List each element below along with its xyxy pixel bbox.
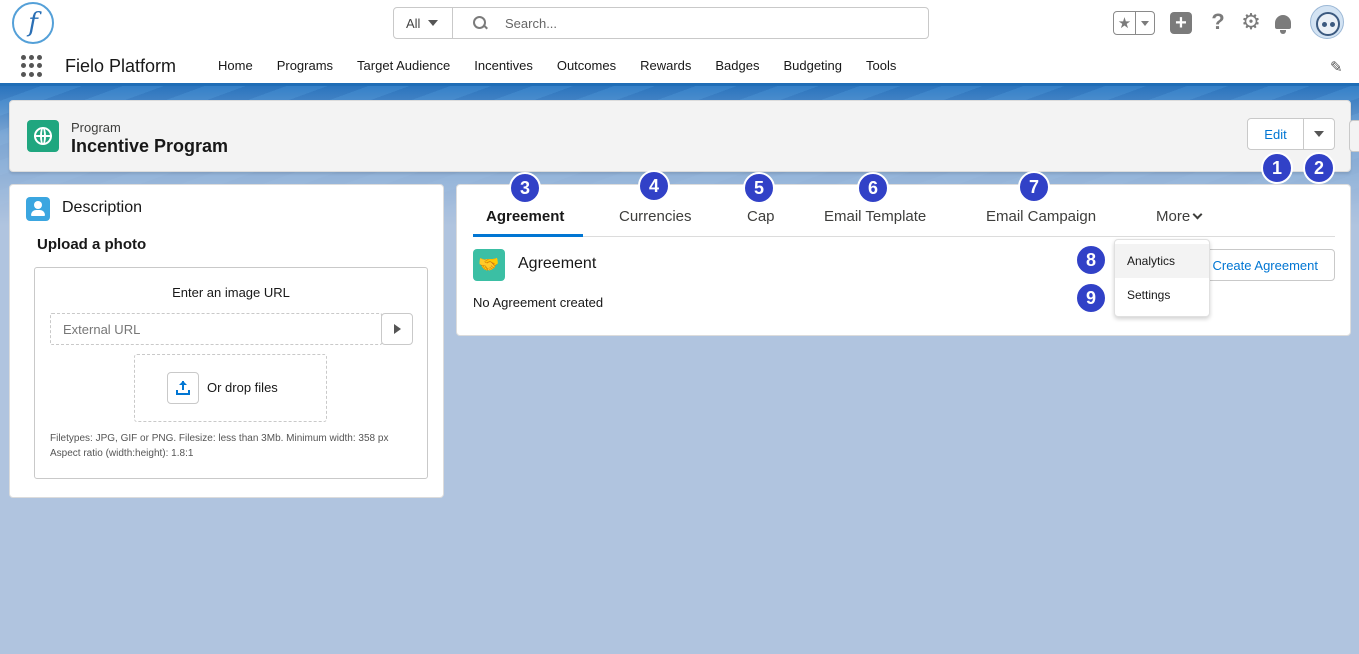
app-launcher-icon[interactable]: [21, 55, 43, 77]
bell-icon[interactable]: [1272, 11, 1294, 34]
tab-email-campaign[interactable]: Email Campaign: [986, 208, 1096, 225]
chevron-down-icon: [428, 20, 439, 26]
plus-icon[interactable]: +: [1170, 12, 1192, 34]
description-title: Description: [62, 199, 143, 216]
nav-item-target-audience[interactable]: Target Audience: [345, 46, 462, 86]
create-agreement-button[interactable]: Create Agreement: [1192, 249, 1335, 281]
empty-state-text: No Agreement created: [473, 295, 604, 310]
tab-currencies[interactable]: Currencies: [619, 208, 692, 225]
annotation-badge: 4: [638, 170, 670, 202]
side-panel-toggle[interactable]: [1349, 120, 1359, 152]
play-icon: [393, 324, 401, 334]
edit-button[interactable]: Edit: [1248, 119, 1304, 149]
logo-letter: f: [28, 8, 38, 38]
tab-agreement[interactable]: Agreement: [486, 208, 564, 225]
search-input[interactable]: [505, 15, 885, 31]
file-hint-line1: Filetypes: JPG, GIF or PNG. Filesize: le…: [50, 433, 389, 444]
nav-item-programs[interactable]: Programs: [265, 46, 345, 86]
chevron-down-icon: [1314, 131, 1324, 137]
record-header: Program Incentive Program Edit: [9, 100, 1351, 172]
nav-item-outcomes[interactable]: Outcomes: [545, 46, 628, 86]
chevron-down-icon: [1192, 209, 1203, 220]
search-scope-dropdown[interactable]: All: [394, 8, 453, 38]
record-title: Incentive Program: [71, 136, 229, 156]
global-search: All: [393, 7, 929, 39]
handshake-icon: 🤝: [473, 249, 505, 281]
nav-items: Home Programs Target Audience Incentives…: [206, 46, 908, 86]
app-nav-bar: Fielo Platform Home Programs Target Audi…: [0, 46, 1359, 86]
pencil-icon[interactable]: ✎: [1330, 58, 1346, 76]
avatar[interactable]: [1310, 5, 1344, 39]
annotation-badge: 1: [1261, 152, 1293, 184]
record-actions: Edit: [1247, 118, 1335, 150]
annotation-badge: 3: [509, 172, 541, 204]
annotation-badge: 6: [857, 172, 889, 204]
more-actions-button[interactable]: [1304, 119, 1334, 149]
tab-email-template[interactable]: Email Template: [824, 208, 926, 225]
url-label: Enter an image URL: [172, 285, 290, 300]
more-tabs-menu: Analytics Settings: [1114, 239, 1210, 317]
tab-bar: Agreement Currencies Cap Email Template …: [473, 195, 1335, 237]
favorites-menu-button[interactable]: [1136, 20, 1154, 26]
menu-item-analytics[interactable]: Analytics: [1115, 244, 1209, 278]
app-name: Fielo Platform: [65, 56, 177, 76]
help-icon[interactable]: ?: [1207, 9, 1229, 34]
annotation-badge: 5: [743, 172, 775, 204]
tab-more[interactable]: More: [1156, 208, 1203, 225]
favorites-button[interactable]: ★: [1113, 11, 1155, 35]
nav-item-rewards[interactable]: Rewards: [628, 46, 703, 86]
nav-item-incentives[interactable]: Incentives: [462, 46, 545, 86]
nav-item-tools[interactable]: Tools: [854, 46, 908, 86]
star-icon[interactable]: ★: [1114, 12, 1136, 34]
active-tab-indicator: [473, 234, 583, 237]
upload-box: Enter an image URL Or drop files Filetyp…: [34, 267, 428, 479]
related-tabs-card: Agreement Currencies Cap Email Template …: [456, 184, 1351, 336]
annotation-badge: 9: [1075, 282, 1107, 314]
description-card: Description Upload a photo Enter an imag…: [9, 184, 444, 498]
section-title: Agreement: [518, 255, 597, 272]
fielo-logo[interactable]: f: [12, 2, 54, 44]
upload-icon: [176, 381, 190, 395]
drop-files-label: Or drop files: [207, 380, 278, 395]
menu-item-settings[interactable]: Settings: [1115, 278, 1209, 312]
nav-item-budgeting[interactable]: Budgeting: [771, 46, 854, 86]
url-submit-button[interactable]: [381, 313, 413, 345]
gear-icon[interactable]: ⚙: [1240, 9, 1262, 34]
annotation-badge: 7: [1018, 171, 1050, 203]
nav-item-home[interactable]: Home: [206, 46, 265, 86]
search-icon: [473, 16, 487, 30]
search-scope-label: All: [406, 15, 421, 31]
file-drop-zone[interactable]: Or drop files: [134, 354, 327, 422]
tab-cap[interactable]: Cap: [747, 208, 775, 225]
annotation-badge: 8: [1075, 244, 1107, 276]
tab-more-label: More: [1156, 208, 1191, 225]
globe-icon: [27, 120, 59, 152]
contact-icon: [26, 197, 50, 221]
external-url-input[interactable]: [50, 313, 382, 345]
file-hint-line2: Aspect ratio (width:height): 1.8:1: [50, 448, 194, 459]
annotation-badge: 2: [1303, 152, 1335, 184]
nav-item-badges[interactable]: Badges: [703, 46, 771, 86]
chevron-down-icon: [1141, 20, 1149, 26]
upload-title: Upload a photo: [37, 236, 147, 253]
global-header: f All ★ + ? ⚙: [0, 0, 1359, 46]
record-type: Program: [71, 120, 121, 135]
upload-button[interactable]: [167, 372, 199, 404]
